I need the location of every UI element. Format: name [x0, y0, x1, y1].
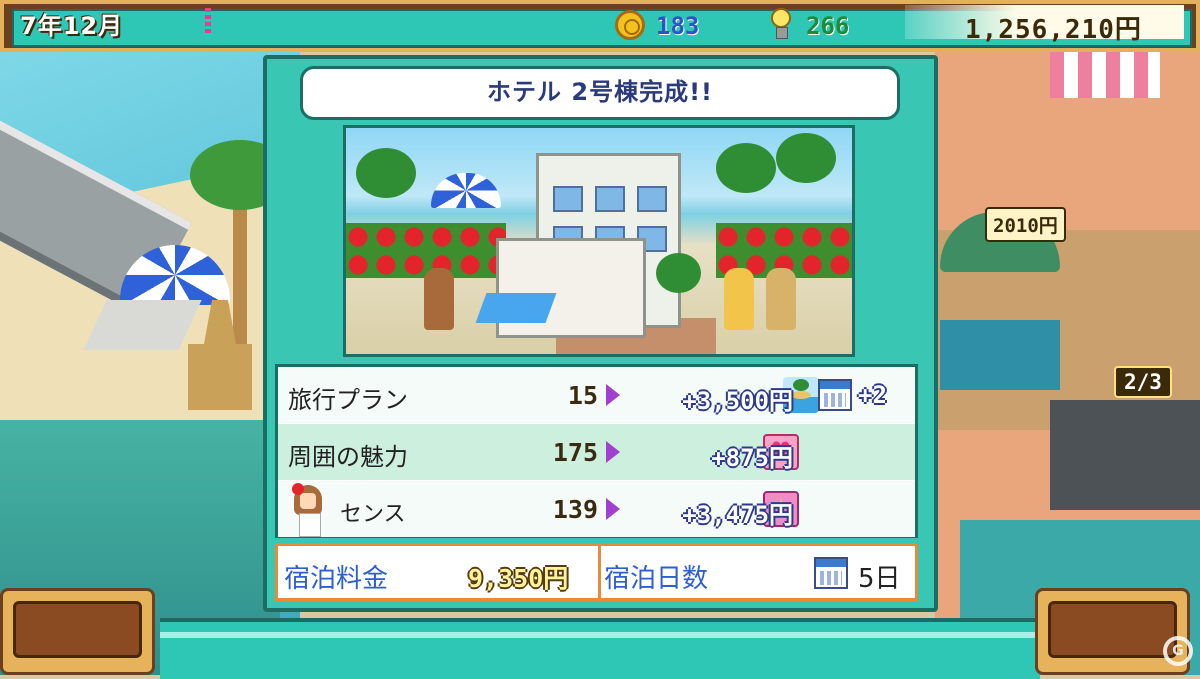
stat-row-sense: センス 139 +3,475円	[278, 481, 915, 537]
lightbulb-icon	[768, 8, 794, 40]
pool	[475, 293, 557, 323]
stat-bonus: +875円	[711, 444, 793, 472]
portrait-flower	[292, 483, 304, 495]
stat-row-plan: 旅行プラン 15 +3,500円 +2	[278, 367, 915, 423]
stat-bonus: +3,475円	[682, 501, 793, 529]
portrait-dress	[299, 513, 321, 537]
date-text: 7年12月	[20, 12, 124, 40]
portrait-face	[300, 493, 316, 509]
medal-icon	[615, 10, 645, 40]
days-bonus: +2	[858, 381, 887, 409]
flowerbed-left	[346, 223, 506, 278]
price-value: 9,350円	[468, 564, 569, 593]
bottom-bar	[160, 618, 1040, 679]
staff-portrait-icon	[290, 483, 328, 537]
money-display: 1,256,210円	[965, 15, 1142, 45]
stat-row-charm: 周囲の魅力 175 +875円	[278, 424, 915, 480]
days-value: 5日	[858, 564, 901, 594]
bulb-base	[776, 27, 788, 39]
research-points: 266	[806, 12, 850, 40]
arrow-right-icon	[606, 441, 620, 463]
left-menu-button[interactable]	[0, 588, 155, 675]
stay-summary: 宿泊料金 9,350円 宿泊日数 5日	[275, 543, 918, 601]
price-label: 宿泊料金	[284, 564, 389, 594]
stats-table: 旅行プラン 15 +3,500円 +2 周囲の魅力 175 +875円 センス …	[275, 364, 918, 538]
stat-label: センス	[340, 502, 406, 527]
window	[595, 186, 625, 212]
window	[553, 186, 583, 212]
date-marks	[205, 8, 211, 34]
guest-girl	[424, 268, 454, 330]
stat-label: 周囲の魅力	[288, 443, 408, 471]
palm-illustration	[356, 148, 416, 198]
window	[637, 186, 667, 212]
stat-value: 175	[552, 438, 598, 467]
stat-bonus: +3,500円	[682, 387, 793, 415]
medal-count: 183	[656, 12, 700, 40]
right-button-face	[1048, 601, 1177, 658]
date-display[interactable]: 7年12月	[20, 6, 211, 41]
calendar-icon	[818, 379, 852, 411]
income-popup: 2010円	[985, 207, 1066, 242]
days-label: 宿泊日数	[604, 564, 709, 594]
calendar-icon	[814, 557, 848, 589]
palm-illustration	[656, 253, 701, 293]
guest-boy	[766, 268, 796, 330]
palm-illustration	[776, 133, 836, 183]
shop-awning[interactable]	[1050, 48, 1160, 98]
dialog-title: ホテル 2号棟完成!!	[300, 66, 900, 120]
stall-roof[interactable]	[940, 320, 1060, 390]
guest-blonde	[724, 268, 754, 330]
house-roof[interactable]	[1050, 400, 1200, 510]
summary-divider	[598, 546, 601, 598]
hotel-illustration	[343, 125, 855, 357]
bulb-glass	[771, 8, 791, 28]
stat-label: 旅行プラン	[288, 386, 408, 414]
left-button-face	[13, 601, 142, 658]
palm-illustration	[716, 143, 776, 193]
counter-badge: 2/3	[1114, 366, 1172, 398]
hotel-lobby	[496, 238, 646, 338]
arrow-right-icon	[606, 384, 620, 406]
stat-value: 139	[552, 495, 598, 524]
arrow-right-icon	[606, 498, 620, 520]
watermark-logo-icon: G	[1163, 636, 1193, 666]
stat-value: 15	[567, 381, 598, 410]
umbrella-illustration	[431, 173, 501, 208]
